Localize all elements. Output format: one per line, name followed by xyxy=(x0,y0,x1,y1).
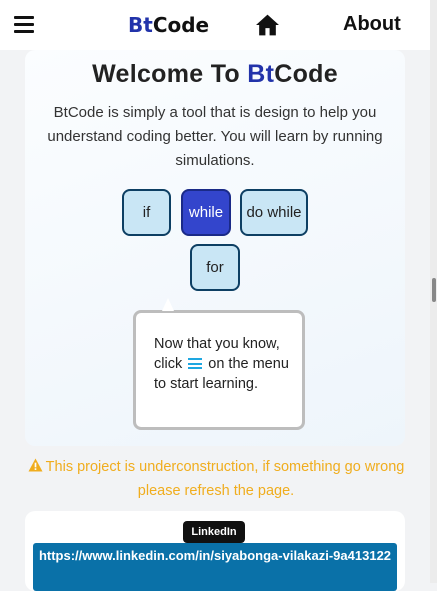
brand-suffix: Code xyxy=(152,13,210,37)
page-title: Welcome To BtCode xyxy=(25,60,405,89)
menu-icon[interactable] xyxy=(14,16,34,34)
about-link[interactable]: About xyxy=(343,13,401,36)
title-prefix: Welcome To xyxy=(92,60,248,88)
for-button[interactable]: for xyxy=(190,244,240,291)
linkedin-link[interactable]: https://www.linkedin.com/in/siyabonga-vi… xyxy=(33,543,397,591)
while-button[interactable]: while xyxy=(181,189,231,236)
tooltip-tail xyxy=(162,298,174,311)
warning-text: This project is underconstruction, if so… xyxy=(45,459,405,499)
warning-icon xyxy=(28,458,43,472)
home-icon[interactable] xyxy=(255,13,280,37)
title-accent: Bt xyxy=(247,60,275,88)
warning-message: This project is underconstruction, if so… xyxy=(26,455,406,503)
navbar: BtCode About xyxy=(0,0,430,50)
welcome-card: Welcome To BtCode BtCode is simply a too… xyxy=(25,50,405,446)
linkedin-badge: LinkedIn xyxy=(183,521,245,543)
do-while-button[interactable]: do while xyxy=(240,189,308,236)
brand-logo[interactable]: BtCode xyxy=(128,13,209,37)
tooltip-text: Now that you know, click on the menu to … xyxy=(154,334,294,394)
title-suffix: Code xyxy=(274,60,338,88)
footer-card: LinkedIn https://www.linkedin.com/in/siy… xyxy=(25,511,405,591)
menu-icon-inline xyxy=(188,358,203,369)
intro-text: BtCode is simply a tool that is design t… xyxy=(47,104,383,169)
scrollbar-thumb[interactable] xyxy=(432,278,436,302)
if-button[interactable]: if xyxy=(122,189,171,236)
tooltip-bubble: Now that you know, click on the menu to … xyxy=(133,298,305,430)
brand-prefix: Bt xyxy=(128,13,153,37)
